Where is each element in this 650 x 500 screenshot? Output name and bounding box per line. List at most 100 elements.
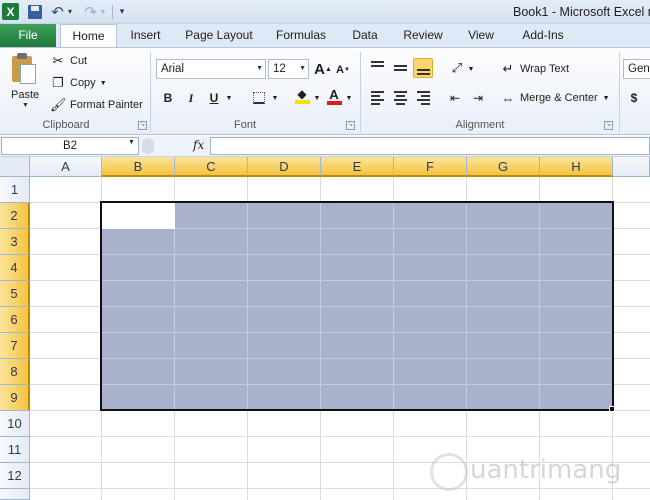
row-header-12[interactable]: 12: [0, 463, 30, 489]
borders-dropdown-icon[interactable]: ▼: [270, 88, 280, 108]
tab-review[interactable]: Review: [398, 24, 448, 47]
grow-font-glyph: A: [314, 60, 325, 78]
formula-bar-splitter[interactable]: [142, 138, 154, 154]
font-size-value: 12: [273, 63, 286, 75]
merge-center-label: Merge & Center: [520, 92, 598, 104]
copy-button[interactable]: ❐ Copy ▼: [50, 74, 107, 92]
insert-function-button[interactable]: fx: [193, 138, 204, 152]
merge-center-dropdown-icon[interactable]: ▼: [603, 95, 610, 102]
row-header-8[interactable]: 8: [0, 359, 30, 385]
bottom-align-button[interactable]: [413, 58, 433, 78]
name-box-dropdown-icon[interactable]: ▼: [128, 139, 135, 146]
font-color-glyph: A: [329, 86, 339, 102]
currency-button[interactable]: $: [627, 88, 641, 108]
cut-button[interactable]: ✂ Cut: [50, 52, 88, 70]
underline-button[interactable]: U: [205, 88, 223, 108]
column-header-h[interactable]: H: [540, 157, 613, 177]
row-header-13[interactable]: [0, 489, 30, 500]
paste-button[interactable]: Paste: [11, 89, 39, 101]
row-header-2[interactable]: 2: [0, 203, 30, 229]
orientation-dropdown-icon[interactable]: ▼: [466, 59, 476, 79]
underline-dropdown-icon[interactable]: ▼: [224, 88, 234, 108]
middle-align-button[interactable]: [390, 58, 410, 78]
font-launcher-icon[interactable]: ↘: [346, 121, 355, 130]
tab-data[interactable]: Data: [344, 24, 386, 47]
paste-dropdown-icon[interactable]: ▼: [22, 102, 29, 109]
fill-handle[interactable]: [609, 406, 615, 412]
redo-dropdown-icon[interactable]: ▾: [99, 3, 107, 20]
decrease-indent-button[interactable]: ⇤: [445, 88, 465, 108]
formula-input[interactable]: [210, 137, 650, 155]
borders-icon: [253, 92, 265, 104]
tab-home[interactable]: Home: [60, 24, 117, 48]
column-header-f[interactable]: F: [394, 157, 467, 177]
column-header-c[interactable]: C: [175, 157, 248, 177]
row-header-1[interactable]: 1: [0, 177, 30, 203]
align-center-button[interactable]: [390, 88, 410, 108]
top-align-button[interactable]: [367, 58, 387, 78]
orientation-button[interactable]: ⤢: [447, 58, 467, 78]
tab-insert[interactable]: Insert: [123, 24, 168, 47]
clipboard-group-label: Clipboard: [42, 119, 90, 131]
format-painter-button[interactable]: 🖌 Format Painter: [50, 96, 143, 114]
fill-color-dropdown-icon[interactable]: ▼: [312, 88, 322, 108]
wrap-text-button[interactable]: ↵ Wrap Text: [500, 60, 570, 78]
paste-icon[interactable]: [10, 52, 38, 86]
row-header-6[interactable]: 6: [0, 307, 30, 333]
tab-page-layout[interactable]: Page Layout: [180, 24, 258, 47]
alignment-launcher-icon[interactable]: ↘: [604, 121, 613, 130]
customize-qat-icon[interactable]: ▾: [117, 3, 127, 20]
redo-icon[interactable]: ↷: [83, 3, 98, 21]
column-header-a[interactable]: A: [30, 157, 102, 177]
column-header-b[interactable]: B: [102, 157, 175, 177]
row-header-3[interactable]: 3: [0, 229, 30, 255]
select-all-corner[interactable]: [0, 157, 30, 177]
italic-button[interactable]: I: [182, 88, 200, 108]
row-header-5[interactable]: 5: [0, 281, 30, 307]
wrap-text-icon: ↵: [502, 61, 514, 76]
save-icon[interactable]: [27, 3, 42, 20]
merge-center-button[interactable]: ⇔ Merge & Center ▼: [500, 89, 610, 107]
tab-add-ins[interactable]: Add-Ins: [514, 24, 572, 47]
shrink-font-button[interactable]: A ▼: [335, 60, 351, 80]
column-header-i[interactable]: [613, 157, 650, 177]
group-separator: [360, 52, 361, 132]
font-name-dropdown-icon[interactable]: ▼: [256, 60, 263, 78]
excel-logo-icon[interactable]: X: [2, 3, 19, 20]
increase-indent-icon: ⇥: [472, 91, 484, 105]
shrink-font-glyph: A: [336, 64, 344, 76]
number-format-combo[interactable]: Gene: [623, 59, 650, 79]
row-header-9[interactable]: 9: [0, 385, 30, 411]
window-title: Book1 - Microsoft Excel no: [513, 5, 650, 19]
row-header-10[interactable]: 10: [0, 411, 30, 437]
column-header-e[interactable]: E: [321, 157, 394, 177]
copy-dropdown-icon[interactable]: ▼: [100, 80, 107, 87]
increase-indent-button[interactable]: ⇥: [468, 88, 488, 108]
tab-view[interactable]: View: [460, 24, 502, 47]
bold-button[interactable]: B: [159, 88, 177, 108]
format-painter-label: Format Painter: [70, 99, 143, 111]
borders-button[interactable]: [250, 88, 268, 108]
align-right-button[interactable]: [413, 88, 433, 108]
font-color-button[interactable]: A: [324, 86, 344, 106]
clipboard-launcher-icon[interactable]: ↘: [138, 121, 147, 130]
font-size-combo[interactable]: 12 ▼: [268, 59, 309, 79]
row-header-7[interactable]: 7: [0, 333, 30, 359]
tab-file[interactable]: File: [0, 24, 56, 47]
orientation-icon: ⤢: [451, 60, 463, 75]
align-left-button[interactable]: [367, 88, 387, 108]
font-name-combo[interactable]: Arial ▼: [156, 59, 266, 79]
undo-icon[interactable]: ↶: [50, 3, 65, 21]
grow-font-button[interactable]: A ▲: [314, 59, 332, 79]
row-header-4[interactable]: 4: [0, 255, 30, 281]
fill-color-button[interactable]: ◆: [292, 86, 312, 106]
column-header-g[interactable]: G: [467, 157, 540, 177]
font-size-dropdown-icon[interactable]: ▼: [299, 60, 306, 78]
row-header-11[interactable]: 11: [0, 437, 30, 463]
column-header-d[interactable]: D: [248, 157, 321, 177]
font-color-dropdown-icon[interactable]: ▼: [344, 88, 354, 108]
copy-icon: ❐: [52, 75, 64, 90]
undo-dropdown-icon[interactable]: ▾: [66, 3, 74, 20]
name-box[interactable]: B2: [1, 137, 139, 155]
tab-formulas[interactable]: Formulas: [270, 24, 332, 47]
